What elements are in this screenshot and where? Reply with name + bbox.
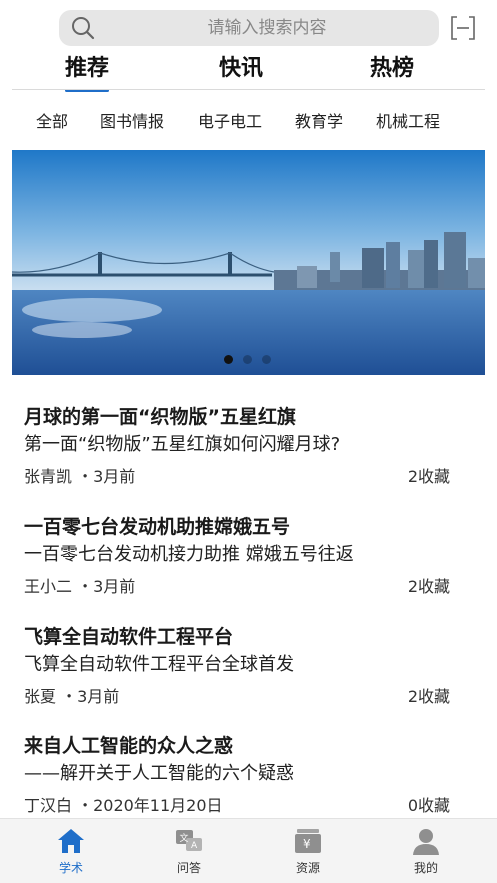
article-subtitle: 一百零七台发动机接力助推 嫦娥五号往返 (24, 544, 354, 565)
article-favorites: 2收藏 (407, 577, 450, 596)
category-electronics[interactable]: 电子电工 (198, 108, 262, 132)
article-favorites: 2收藏 (407, 467, 450, 486)
banner-image (12, 150, 485, 375)
article-meta: 张夏 ・3月前 (24, 687, 120, 706)
bottom-nav: 学术 文 A 问答 ¥ 资源 我的 (0, 818, 497, 883)
banner-carousel[interactable] (12, 150, 485, 375)
category-mechanical[interactable]: 机械工程 (376, 108, 440, 132)
category-library-info[interactable]: 图书情报 (100, 108, 164, 132)
home-icon (58, 829, 84, 853)
category-all[interactable]: 全部 (36, 108, 68, 132)
svg-text:文: 文 (180, 832, 189, 844)
article-title: 飞算全自动软件工程平台 (24, 626, 234, 648)
carousel-dot[interactable] (224, 355, 233, 364)
article-meta: 王小二 ・3月前 (24, 577, 136, 596)
search-icon (72, 17, 95, 40)
tab-hot-list[interactable]: 热榜 (370, 50, 414, 82)
article-favorites: 2收藏 (407, 687, 450, 706)
article-subtitle: 飞算全自动软件工程平台全球首发 (24, 654, 294, 675)
category-row: 全部 图书情报 电子电工 教育学 机械工程 (0, 108, 497, 136)
carousel-indicator (224, 355, 271, 364)
nav-academic[interactable]: 学术 (21, 819, 121, 883)
nav-label: 问答 (176, 861, 201, 875)
search-bar[interactable] (59, 10, 439, 46)
article-meta: 丁汉白 ・2020年11月20日 (24, 796, 223, 815)
article-subtitle: ——解开关于人工智能的六个疑惑 (24, 763, 294, 784)
scan-icon[interactable] (449, 14, 477, 42)
article-favorites: 0收藏 (407, 796, 450, 815)
article-item[interactable]: 月球的第一面“织物版”五星红旗 第一面“织物版”五星红旗如何闪耀月球? 张青凯 … (24, 402, 464, 502)
nav-label: 学术 (58, 861, 83, 875)
category-education[interactable]: 教育学 (295, 108, 343, 132)
top-tabs: 推荐 快讯 热榜 (0, 46, 497, 92)
article-item[interactable]: 一百零七台发动机助推嫦娥五号 一百零七台发动机接力助推 嫦娥五号往返 王小二 ・… (24, 512, 464, 612)
nav-qa[interactable]: 文 A 问答 (139, 819, 239, 883)
svg-text:¥: ¥ (303, 837, 311, 851)
article-title: 来自人工智能的众人之惑 (24, 735, 234, 757)
article-item[interactable]: 来自人工智能的众人之惑 ——解开关于人工智能的六个疑惑 丁汉白 ・2020年11… (24, 731, 464, 831)
article-item[interactable]: 飞算全自动软件工程平台 飞算全自动软件工程平台全球首发 张夏 ・3月前 2收藏 (24, 622, 464, 722)
article-subtitle: 第一面“织物版”五星红旗如何闪耀月球? (24, 434, 341, 455)
svg-text:A: A (191, 841, 198, 851)
article-meta: 张青凯 ・3月前 (24, 467, 136, 486)
nav-resources[interactable]: ¥ 资源 (258, 819, 358, 883)
tab-recommend[interactable]: 推荐 (65, 50, 110, 92)
carousel-dot[interactable] (243, 355, 252, 364)
nav-label: 资源 (295, 861, 320, 875)
carousel-dot[interactable] (262, 355, 271, 364)
profile-icon (413, 829, 439, 855)
nav-label: 我的 (413, 861, 438, 875)
divider (12, 89, 485, 90)
tab-news-flash[interactable]: 快讯 (219, 50, 263, 82)
resource-icon: ¥ (295, 829, 321, 853)
article-title: 一百零七台发动机助推嫦娥五号 (24, 516, 291, 538)
qa-icon: 文 A (176, 830, 202, 851)
search-input[interactable] (107, 10, 427, 46)
article-title: 月球的第一面“织物版”五星红旗 (24, 406, 296, 428)
nav-mine[interactable]: 我的 (376, 819, 476, 883)
